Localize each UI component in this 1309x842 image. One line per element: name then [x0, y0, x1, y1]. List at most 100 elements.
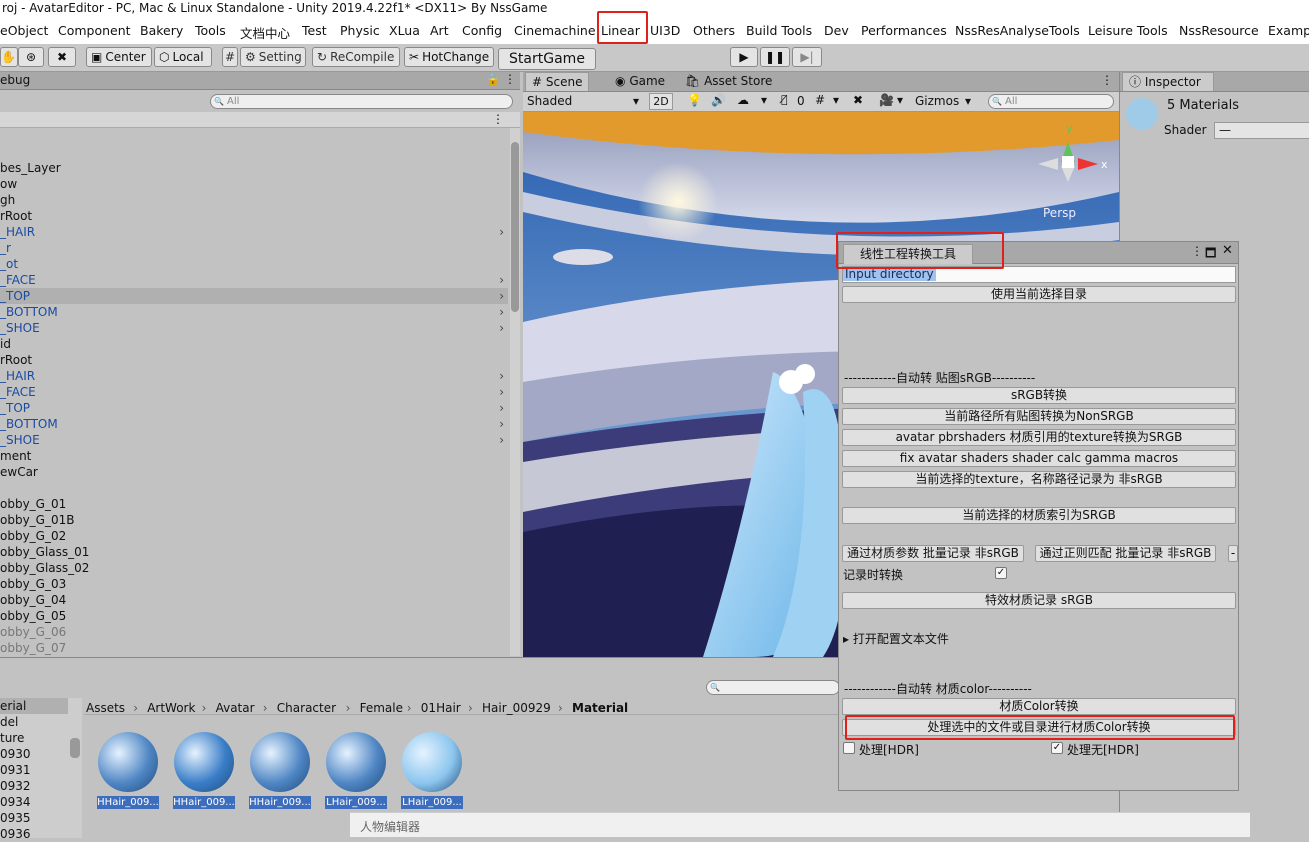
- scene-menu-dots-icon[interactable]: ⋮: [1101, 73, 1113, 87]
- convert-on-record-checkbox[interactable]: ✓: [995, 567, 1007, 579]
- menu-item-9[interactable]: Config: [462, 23, 502, 38]
- lock-icon[interactable]: 🔒: [486, 73, 500, 86]
- step-icon[interactable]: ▶|: [792, 47, 822, 67]
- hierarchy-row[interactable]: _ot: [0, 256, 508, 272]
- close-icon[interactable]: ✕: [1222, 243, 1233, 258]
- expand-chevron-icon[interactable]: ›: [499, 432, 504, 448]
- hierarchy-row[interactable]: [0, 144, 508, 160]
- tab-inspector[interactable]: ⓘ Inspector: [1122, 72, 1214, 91]
- material-thumbnail-label[interactable]: HHair_009...: [97, 796, 159, 809]
- project-tree-item[interactable]: 0935: [0, 810, 68, 826]
- menu-item-0[interactable]: eObject: [0, 23, 48, 38]
- pivot-center-button[interactable]: ▣ Center: [86, 47, 152, 67]
- hierarchy-row[interactable]: gh: [0, 192, 508, 208]
- hierarchy-row[interactable]: obby_G_01: [0, 496, 508, 512]
- recompile-button[interactable]: ↻ ReCompile: [312, 47, 400, 67]
- hierarchy-scrollbar[interactable]: [510, 128, 520, 656]
- breadcrumb-item[interactable]: Female: [360, 701, 403, 715]
- tab-linear-tool[interactable]: 线性工程转换工具: [843, 244, 973, 264]
- tab-asset-store[interactable]: 🛍 Asset Store: [679, 72, 778, 91]
- breadcrumb-item[interactable]: Hair_00929: [482, 701, 551, 715]
- material-thumbnail[interactable]: [174, 732, 234, 792]
- menu-item-6[interactable]: Physic: [340, 23, 380, 38]
- expand-chevron-icon[interactable]: ›: [499, 304, 504, 320]
- material-thumbnail[interactable]: [326, 732, 386, 792]
- hierarchy-row[interactable]: _TOP ›: [0, 288, 508, 304]
- hierarchy-row[interactable]: ment: [0, 448, 508, 464]
- menu-item-1[interactable]: Component: [58, 23, 131, 38]
- no-hdr-checkbox[interactable]: ✓: [1051, 742, 1063, 754]
- project-tree-item[interactable]: 0930: [0, 746, 68, 762]
- grid-dropdown-icon[interactable]: ▾: [833, 93, 839, 107]
- tools-scene-icon[interactable]: ✖: [853, 93, 863, 107]
- menu-item-13[interactable]: Others: [693, 23, 735, 38]
- effects-icon[interactable]: ☁: [737, 93, 749, 107]
- process-selected-color-button[interactable]: 处理选中的文件或目录进行材质Color转换: [842, 719, 1236, 736]
- project-tree-item[interactable]: ture: [0, 730, 68, 746]
- hotchange-button[interactable]: ✂ HotChange: [404, 47, 494, 67]
- hierarchy-row[interactable]: _SHOE ›: [0, 432, 508, 448]
- hierarchy-row[interactable]: ewCar: [0, 464, 508, 480]
- hierarchy-row[interactable]: obby_G_04: [0, 592, 508, 608]
- material-thumbnail[interactable]: [402, 732, 462, 792]
- hierarchy-search[interactable]: All: [210, 94, 513, 109]
- pause-icon[interactable]: ❚❚: [760, 47, 790, 67]
- menu-item-7[interactable]: XLua: [389, 23, 420, 38]
- hierarchy-row[interactable]: obby_G_07: [0, 640, 508, 656]
- hdr-checkbox[interactable]: [843, 742, 855, 754]
- expand-chevron-icon[interactable]: ›: [499, 384, 504, 400]
- batch-by-param-button[interactable]: 通过材质参数 批量记录 非sRGB: [842, 545, 1024, 562]
- record-nonsrgb-button[interactable]: 当前选择的texture，名称路径记录为 非sRGB: [842, 471, 1236, 488]
- pivot-local-button[interactable]: ⬡ Local: [154, 47, 212, 67]
- project-tree-item[interactable]: 0931: [0, 762, 68, 778]
- scene-menu-icon[interactable]: ⋮: [492, 112, 504, 126]
- menu-item-19[interactable]: NssResource: [1179, 23, 1259, 38]
- menu-item-18[interactable]: Leisure Tools: [1088, 23, 1168, 38]
- material-thumbnail-label[interactable]: LHair_009...: [401, 796, 463, 809]
- window-menu-icon[interactable]: ⋮: [1191, 244, 1203, 258]
- effect-srgb-button[interactable]: 特效材质记录 sRGB: [842, 592, 1236, 609]
- fix-gamma-button[interactable]: fix avatar shaders shader calc gamma mac…: [842, 450, 1236, 467]
- menu-item-17[interactable]: NssResAnalyseTools: [955, 23, 1080, 38]
- menu-item-5[interactable]: Test: [302, 23, 327, 38]
- hierarchy-row[interactable]: _SHOE ›: [0, 320, 508, 336]
- grid-icon[interactable]: #: [815, 93, 825, 107]
- camera-icon[interactable]: 🎥: [879, 93, 894, 107]
- breadcrumb-item[interactable]: Character: [277, 701, 336, 715]
- hierarchy-row[interactable]: obby_Glass_01: [0, 544, 508, 560]
- menu-item-2[interactable]: Bakery: [140, 23, 183, 38]
- expand-chevron-icon[interactable]: ›: [499, 224, 504, 240]
- hierarchy-row[interactable]: _TOP ›: [0, 400, 508, 416]
- hierarchy-row[interactable]: obby_G_06: [0, 624, 508, 640]
- project-tree-scrollbar[interactable]: [70, 738, 80, 758]
- expand-chevron-icon[interactable]: ›: [499, 400, 504, 416]
- hierarchy-row[interactable]: _BOTTOM ›: [0, 416, 508, 432]
- gizmos-dropdown[interactable]: Gizmos ▾: [913, 93, 971, 110]
- menu-item-3[interactable]: Tools: [195, 23, 226, 38]
- expand-chevron-icon[interactable]: ›: [499, 320, 504, 336]
- light-icon[interactable]: 💡: [687, 93, 702, 107]
- 2d-toggle[interactable]: 2D: [649, 93, 673, 110]
- startgame-button[interactable]: StartGame: [498, 48, 596, 70]
- material-thumbnail[interactable]: [98, 732, 158, 792]
- maximize-icon[interactable]: 🗖: [1205, 244, 1216, 265]
- hidden-objects-icon[interactable]: 👁̸: [781, 93, 788, 106]
- hierarchy-row[interactable]: obby_G_01B: [0, 512, 508, 528]
- hierarchy-row[interactable]: _FACE ›: [0, 384, 508, 400]
- hierarchy-row[interactable]: obby_G_02: [0, 528, 508, 544]
- custom-tool-icon[interactable]: ✖: [48, 47, 76, 67]
- material-thumbnail-label[interactable]: LHair_009...: [325, 796, 387, 809]
- tab-scene[interactable]: # Scene: [525, 72, 590, 91]
- menu-item-11[interactable]: Linear: [601, 23, 640, 38]
- shader-dropdown[interactable]: —: [1214, 122, 1309, 139]
- menu-item-12[interactable]: UI3D: [650, 23, 680, 38]
- tab-game[interactable]: ◉ Game: [609, 72, 671, 91]
- hierarchy-row[interactable]: bes_Layer: [0, 160, 508, 176]
- pbr-srgb-button[interactable]: avatar pbrshaders 材质引用的texture转换为SRGB: [842, 429, 1236, 446]
- menu-item-14[interactable]: Build Tools: [746, 23, 812, 38]
- hierarchy-row[interactable]: obby_Glass_02: [0, 560, 508, 576]
- expand-chevron-icon[interactable]: ›: [499, 368, 504, 384]
- scene-search[interactable]: All: [988, 94, 1114, 109]
- batch-by-regex-button[interactable]: 通过正则匹配 批量记录 非sRGB: [1035, 545, 1216, 562]
- hierarchy-row[interactable]: [0, 480, 508, 496]
